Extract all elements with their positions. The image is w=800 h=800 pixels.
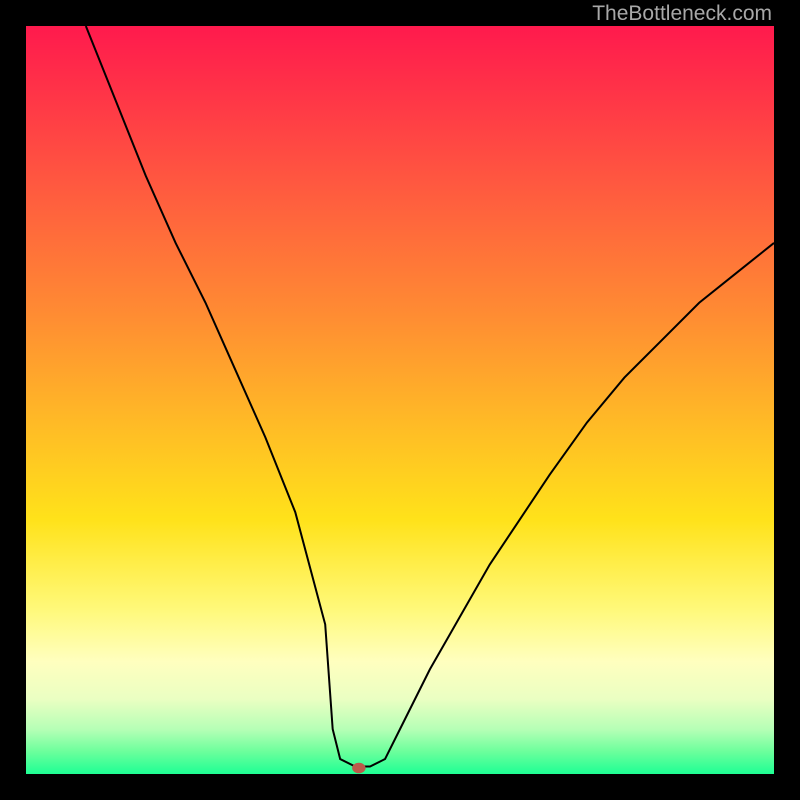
- plot-area: [26, 26, 774, 774]
- optimal-point-marker: [352, 763, 365, 773]
- chart-svg: [26, 26, 774, 774]
- bottleneck-curve: [86, 26, 774, 767]
- chart-frame: TheBottleneck.com: [0, 0, 800, 800]
- watermark-text: TheBottleneck.com: [592, 2, 772, 26]
